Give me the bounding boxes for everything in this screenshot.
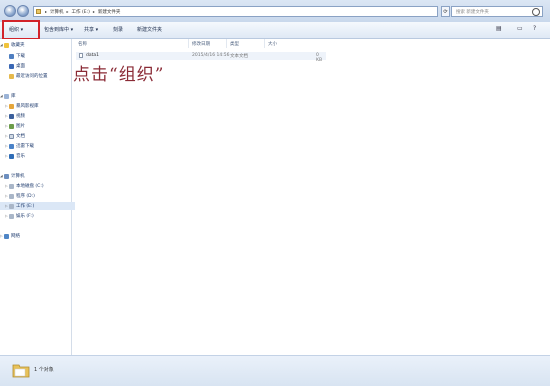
address-bar-region: ‹ › ▸ 计算机 ▸ 工作 (E:) ▸ 新建文件夹 ⟳ 搜索 新建文件夹 (0, 0, 550, 22)
video-library-icon (9, 103, 14, 109)
drive-icon (9, 193, 14, 199)
address-box[interactable]: ▸ 计算机 ▸ 工作 (E:) ▸ 新建文件夹 (33, 6, 438, 17)
sidebar-item-computer[interactable]: ◢ 计算机 (0, 172, 70, 180)
column-header-size[interactable]: 大小 (268, 41, 277, 47)
burn-button[interactable]: 刻录 (113, 26, 123, 33)
folder-icon (12, 364, 30, 378)
include-in-library-button[interactable]: 包含到库中 ▾ (44, 26, 73, 33)
sidebar-item-label: 视频 (16, 114, 25, 119)
navigation-pane: ◢ 收藏夹 下载 桌面 最近访问的位置 ◢ 库 ▷ 暴风影视库 ▷ 视频 ▷ 图… (0, 39, 75, 355)
file-row[interactable]: data1 2015/4/16 14:56 文本文档 0 KB (76, 52, 326, 63)
sidebar-item-documents[interactable]: ▷ 文档 (0, 132, 75, 140)
chevron-right-icon: ▸ (66, 9, 69, 14)
star-icon (4, 42, 9, 48)
recent-places-icon (9, 73, 14, 79)
sidebar-item-label: 网络 (11, 234, 20, 239)
column-divider (264, 39, 265, 48)
column-header-modified[interactable]: 修改日期 (192, 41, 210, 47)
sidebar-item-label: 桌面 (16, 64, 25, 69)
folder-icon (36, 9, 41, 14)
sidebar-item-videos-library[interactable]: ▷ 暴风影视库 (0, 102, 75, 110)
back-button[interactable]: ‹ (4, 5, 16, 17)
sidebar-item-label: 最近访问的位置 (16, 74, 48, 79)
sidebar-item-label: 收藏夹 (11, 43, 25, 48)
sidebar-item-label: 文档 (16, 134, 25, 139)
share-button[interactable]: 共享 ▾ (84, 26, 98, 33)
sidebar-item-label: 本地磁盘 (C:) (16, 184, 44, 189)
column-header-type[interactable]: 类型 (230, 41, 239, 47)
preview-pane-icon[interactable]: ▭ (517, 25, 523, 32)
thunder-download-icon (9, 143, 14, 149)
breadcrumb-computer[interactable]: 计算机 (50, 9, 64, 15)
search-placeholder: 搜索 新建文件夹 (456, 10, 489, 15)
new-folder-button[interactable]: 新建文件夹 (137, 26, 162, 33)
refresh-button[interactable]: ⟳ (441, 6, 450, 17)
drive-icon (9, 183, 14, 189)
sidebar-item-recent[interactable]: 最近访问的位置 (0, 72, 79, 80)
sidebar-item-label: 音乐 (16, 154, 25, 159)
view-options-icon[interactable]: ▤ (496, 25, 502, 32)
sidebar-item-downloads[interactable]: 下载 (0, 52, 79, 60)
sidebar-item-music[interactable]: ▷ 音乐 (0, 152, 75, 160)
column-divider (226, 39, 227, 48)
drive-icon (9, 203, 14, 209)
sidebar-item-thunder[interactable]: ▷ 迅雷下载 (0, 142, 75, 150)
sidebar-item-drive-f[interactable]: ▷ 娱乐 (F:) (0, 212, 75, 220)
sidebar-item-favorites[interactable]: ◢ 收藏夹 (0, 41, 70, 49)
chevron-right-icon: ▸ (45, 9, 48, 14)
sidebar-item-label: 程序 (D:) (16, 194, 35, 199)
download-folder-icon (9, 53, 14, 59)
library-icon (4, 93, 9, 99)
file-modified: 2015/4/16 14:56 (192, 53, 230, 58)
file-type: 文本文档 (230, 54, 248, 59)
column-header-name[interactable]: 名称 (78, 41, 87, 47)
sidebar-item-label: 迅雷下载 (16, 144, 34, 149)
sidebar-item-label: 计算机 (11, 174, 25, 179)
file-size: 0 KB (316, 53, 323, 63)
text-file-icon (79, 53, 83, 58)
sidebar-item-label: 暴风影视库 (16, 104, 39, 109)
search-icon (532, 8, 540, 16)
item-count: 1 个对象 (34, 367, 54, 373)
forward-button[interactable]: › (17, 5, 29, 17)
chevron-right-icon: ▸ (92, 9, 95, 14)
sidebar-item-video[interactable]: ▷ 视频 (0, 112, 75, 120)
network-icon (4, 233, 9, 239)
sidebar-item-network[interactable]: ▷ 网络 (0, 232, 70, 240)
sidebar-item-drive-e[interactable]: ▷ 工作 (E:) (0, 202, 75, 210)
computer-icon (4, 173, 9, 179)
music-icon (9, 153, 14, 159)
sidebar-item-pictures[interactable]: ▷ 图片 (0, 122, 75, 130)
column-divider (188, 39, 189, 48)
sidebar-item-label: 工作 (E:) (16, 204, 35, 209)
sidebar-item-label: 下载 (16, 54, 25, 59)
command-bar: 组织 ▾ 包含到库中 ▾ 共享 ▾ 刻录 新建文件夹 ▤ ▭ ? (0, 22, 550, 39)
status-bar: 1 个对象 (0, 355, 550, 386)
help-icon[interactable]: ? (533, 25, 536, 32)
sidebar-item-label: 娱乐 (F:) (16, 214, 34, 219)
drive-icon (9, 213, 14, 219)
desktop-icon (9, 63, 14, 69)
sidebar-item-drive-d[interactable]: ▷ 程序 (D:) (0, 192, 75, 200)
sidebar-item-label: 图片 (16, 124, 25, 129)
pictures-icon (9, 123, 14, 129)
file-name: data1 (86, 53, 99, 58)
breadcrumb-new-folder[interactable]: 新建文件夹 (98, 9, 121, 15)
video-icon (9, 113, 14, 119)
instruction-annotation: 点击“组织” (73, 65, 165, 85)
documents-icon (9, 133, 14, 139)
breadcrumb-work-e[interactable]: 工作 (E:) (72, 9, 90, 15)
sidebar-item-label: 库 (11, 94, 16, 99)
sidebar-item-desktop[interactable]: 桌面 (0, 62, 79, 70)
sidebar-item-drive-c[interactable]: ▷ 本地磁盘 (C:) (0, 182, 75, 190)
search-input[interactable]: 搜索 新建文件夹 (451, 6, 543, 17)
sidebar-item-libraries[interactable]: ◢ 库 (0, 92, 70, 100)
file-list: 名称 修改日期 类型 大小 data1 2015/4/16 14:56 文本文档… (72, 39, 550, 355)
organize-highlight-box (2, 20, 40, 40)
